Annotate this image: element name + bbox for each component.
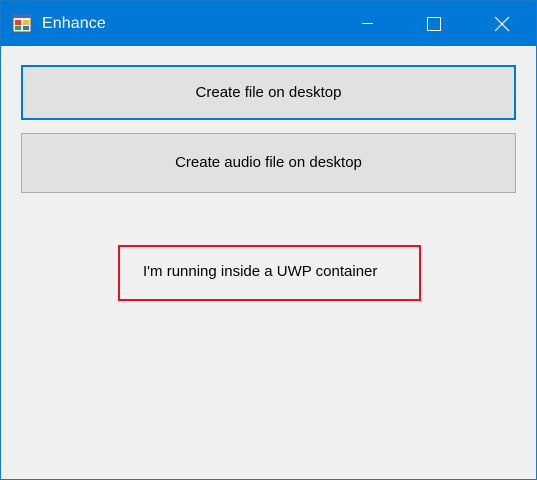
- status-label: I'm running inside a UWP container: [143, 263, 378, 280]
- maximize-icon: [427, 17, 441, 31]
- window-client-area: Create file on desktop Create audio file…: [1, 46, 536, 479]
- title-bar[interactable]: Enhance: [1, 1, 536, 46]
- close-icon: [494, 16, 510, 32]
- create-file-button[interactable]: Create file on desktop: [21, 65, 516, 120]
- window-title: Enhance: [42, 15, 106, 32]
- minimize-button[interactable]: [344, 1, 390, 46]
- maximize-button[interactable]: [410, 1, 456, 46]
- create-audio-file-button[interactable]: Create audio file on desktop: [21, 133, 516, 193]
- app-icon: [12, 13, 32, 33]
- status-box: I'm running inside a UWP container: [118, 245, 421, 301]
- close-button[interactable]: [478, 1, 524, 46]
- minimize-icon: [362, 23, 373, 24]
- app-window: Enhance Create file on desktop Create au…: [0, 0, 537, 480]
